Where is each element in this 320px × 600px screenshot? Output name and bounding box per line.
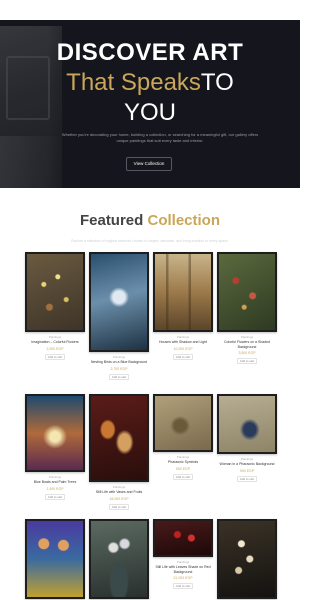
product-image[interactable] xyxy=(89,519,149,599)
product-price: 1,400 EGP xyxy=(46,486,64,491)
product-name[interactable]: Imagination – Colorful Flowers xyxy=(25,340,85,345)
product-price: 900 EGP xyxy=(239,468,255,473)
product-name[interactable]: Still Life with Leaves Shade on Red Back… xyxy=(153,565,213,574)
product-image[interactable] xyxy=(153,252,213,332)
product-name[interactable]: Pharaonic Symbols xyxy=(153,460,213,465)
product-name[interactable]: Still Life with Vases and Fruits xyxy=(89,490,149,495)
hero-subtitle: Whether you're decorating your home, bui… xyxy=(61,132,259,143)
add-to-cart-button[interactable]: Add to cart xyxy=(173,473,193,480)
product-name[interactable]: Colorful Flowers on a Shaded Background xyxy=(217,340,277,349)
product-image[interactable] xyxy=(153,394,213,452)
product-card[interactable]: Paintings Imagination – Colorful Flowers… xyxy=(25,252,85,360)
product-card[interactable] xyxy=(89,519,149,599)
product-card[interactable]: Paintings Blue Boats and Palm Trees 1,40… xyxy=(25,394,85,500)
product-price: 10,000 EGP xyxy=(173,346,193,351)
hero-title-line1: DISCOVER ART xyxy=(56,39,244,66)
product-card[interactable]: Paintings Still Life with Leaves Shade o… xyxy=(153,519,213,589)
add-to-cart-button[interactable]: Add to cart xyxy=(45,353,65,360)
hero-title-line2: That SpeaksTO xyxy=(0,70,300,96)
featured-title-main: Featured xyxy=(79,212,144,229)
product-card[interactable]: Paintings Colorful Flowers on a Shaded B… xyxy=(217,252,277,364)
product-image[interactable] xyxy=(89,394,149,482)
add-to-cart-button[interactable]: Add to cart xyxy=(45,493,65,500)
add-to-cart-button[interactable]: Add to cart xyxy=(237,475,257,482)
product-card[interactable] xyxy=(217,519,277,599)
product-image[interactable] xyxy=(217,519,277,599)
hero-section: DISCOVER ART That SpeaksTO YOU Whether y… xyxy=(0,20,300,188)
product-price: 15,000 EGP xyxy=(109,496,129,501)
top-bar xyxy=(0,0,300,20)
featured-collection-title: Featured Collection xyxy=(0,212,300,230)
product-image[interactable] xyxy=(217,252,277,332)
product-name[interactable]: Nesting Birds on a Blue Background xyxy=(89,360,149,365)
featured-subtitle: Explore a selection of original artworks… xyxy=(71,239,229,243)
hero-title-rest: TO xyxy=(200,69,234,96)
product-image[interactable] xyxy=(25,252,85,332)
product-price: 500 EGP xyxy=(175,466,191,471)
hero-title-accent: That Speaks xyxy=(66,69,201,96)
add-to-cart-button[interactable]: Add to cart xyxy=(173,353,193,360)
product-image[interactable] xyxy=(25,519,85,599)
product-card[interactable]: Paintings Pharaonic Symbols 500 EGP Add … xyxy=(153,394,213,480)
product-price: 21,000 EGP xyxy=(173,576,193,580)
product-card[interactable] xyxy=(25,519,85,599)
add-to-cart-button[interactable]: Add to cart xyxy=(109,503,129,510)
product-image[interactable] xyxy=(89,252,149,352)
product-card[interactable]: Paintings Woman in a Pharaonic Backgroun… xyxy=(217,394,277,482)
product-name[interactable]: Blue Boats and Palm Trees xyxy=(25,480,85,485)
product-price: 2,900 EGP xyxy=(46,346,64,351)
product-price: 2,700 EGP xyxy=(110,366,128,371)
featured-title-accent: Collection xyxy=(147,212,221,229)
product-image[interactable] xyxy=(217,394,277,454)
add-to-cart-button[interactable]: Add to cart xyxy=(237,358,257,364)
product-card[interactable]: Paintings Nesting Birds on a Blue Backgr… xyxy=(89,252,149,380)
add-to-cart-button[interactable]: Add to cart xyxy=(173,583,193,589)
product-card[interactable]: Paintings Still Life with Vases and Frui… xyxy=(89,394,149,510)
product-image[interactable] xyxy=(25,394,85,472)
product-name[interactable]: Houses with Shadow and Light xyxy=(153,340,213,345)
view-collection-button[interactable]: View Collection xyxy=(126,157,172,171)
add-to-cart-button[interactable]: Add to cart xyxy=(109,373,129,380)
hero-title-line3: YOU xyxy=(123,99,176,126)
product-price: 3,500 EGP xyxy=(238,351,256,355)
product-image[interactable] xyxy=(153,519,213,557)
product-name[interactable]: Woman in a Pharaonic Background xyxy=(217,462,277,467)
product-card[interactable]: Paintings Houses with Shadow and Light 1… xyxy=(153,252,213,360)
